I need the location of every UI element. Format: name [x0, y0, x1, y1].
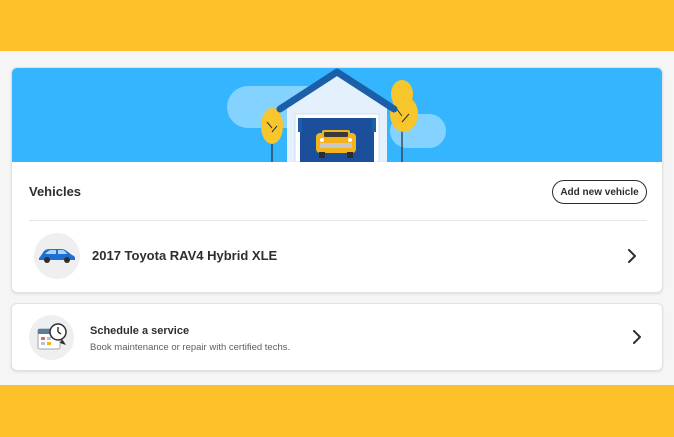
schedule-service-card: Schedule a service Book maintenance or r… [11, 303, 663, 371]
chevron-right-icon [633, 330, 641, 344]
garage-illustration [12, 68, 662, 162]
vehicles-title: Vehicles [29, 184, 82, 199]
service-title: Schedule a service [90, 325, 190, 337]
garage-scene-image [227, 68, 446, 162]
car-icon [39, 249, 75, 263]
vehicle-list-item[interactable]: 2017 Toyota RAV4 Hybrid XLE [12, 221, 662, 292]
top-banner [0, 0, 674, 51]
service-avatar [29, 315, 74, 360]
bottom-banner [0, 385, 674, 437]
service-description: Book maintenance or repair with certifie… [90, 342, 291, 353]
calendar-clock-icon [37, 323, 67, 350]
vehicle-name: 2017 Toyota RAV4 Hybrid XLE [92, 248, 278, 263]
vehicles-header: Vehicles Add new vehicle [12, 162, 662, 220]
schedule-service-item[interactable]: Schedule a service Book maintenance or r… [12, 304, 662, 370]
chevron-right-icon [628, 249, 636, 263]
vehicles-card: Vehicles Add new vehicle 2017 Toyota RAV… [11, 67, 663, 293]
vehicle-avatar [34, 233, 80, 279]
add-new-vehicle-button[interactable]: Add new vehicle [552, 180, 647, 204]
